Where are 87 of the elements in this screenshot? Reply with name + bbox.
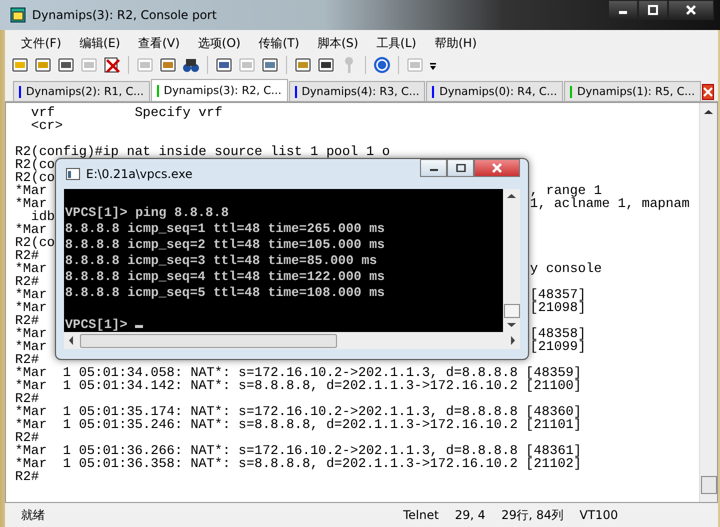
terminal-line: *Mar — [15, 340, 48, 353]
session-tab[interactable]: Dynamips(1): R5, C... — [564, 81, 701, 101]
console-line: 8.8.8.8 icmp_seq=4 ttl=48 time=122.000 ms — [65, 269, 385, 285]
terminal-line: *Mar — [15, 288, 48, 301]
status-text: Telnet — [402, 508, 440, 522]
maximize-icon — [456, 164, 466, 172]
scroll-down-icon[interactable] — [507, 322, 516, 328]
console-line: 8.8.8.8 icmp_seq=1 ttl=48 time=265.000 ms — [65, 221, 385, 237]
app-icon — [10, 7, 26, 23]
console-icon — [66, 168, 80, 180]
terminal-line: R2# — [15, 392, 39, 405]
menu-item[interactable]: 选项(O) — [198, 35, 241, 52]
terminal-line: <cr> — [30, 119, 63, 132]
close-icon — [686, 5, 696, 15]
scroll-thumb[interactable] — [80, 334, 337, 348]
console-line: 8.8.8.8 icmp_seq=5 ttl=48 time=108.000 ms — [65, 285, 385, 301]
terminal-line: *Mar — [15, 301, 48, 314]
terminal-line: idb — [30, 210, 55, 223]
close-icon — [702, 86, 713, 96]
close-button[interactable] — [668, 0, 714, 20]
menu-item[interactable]: 文件(F) — [21, 35, 62, 52]
terminal-line: R2(co — [15, 171, 55, 184]
scroll-right-icon[interactable] — [510, 336, 516, 345]
terminal-line: R2(co — [15, 236, 55, 249]
terminal-line: R2# — [15, 353, 39, 366]
close-icon — [491, 163, 503, 173]
close-tab-button[interactable] — [702, 84, 714, 100]
status-text: 29, 4 — [454, 508, 486, 522]
status-text: VT100 — [578, 508, 619, 522]
status-text: 29行, 84列 — [500, 506, 565, 524]
terminal-line: *Mar — [15, 223, 47, 236]
terminal-line: R2# — [15, 275, 39, 288]
terminal-line: vrf Specify vrf — [30, 106, 222, 119]
menu-item[interactable]: 查看(V) — [138, 35, 180, 52]
terminal-line: R2# — [15, 470, 39, 483]
scroll-thumb[interactable] — [504, 304, 520, 318]
terminal-line: *Mar — [15, 184, 47, 197]
session-tab[interactable]: Dynamips(0): R4, C... — [426, 81, 564, 101]
horizontal-scrollbar[interactable] — [64, 332, 520, 349]
terminal-line: [21098] — [530, 301, 586, 314]
terminal-line: *Mar 1 05:01:36.358: NAT*: s=8.8.8.8, d=202.1.1.3->172.16.10.2 [21102] — [15, 457, 582, 470]
menu-item[interactable]: 帮助(H) — [434, 35, 477, 52]
minimize-button[interactable] — [420, 159, 447, 177]
console-line: VPCS[1]> ping 8.8.8.8 — [65, 205, 229, 221]
console-line: VPCS[1]> — [65, 317, 128, 332]
terminal-line: *Mar 1 05:01:34.058: NAT*: s=172.16.10.2->202.1.1.3, d=8.8.8.8 [48359] — [15, 366, 582, 379]
menu-item[interactable]: 工具(L) — [376, 35, 416, 52]
menu-item[interactable]: 传输(T) — [258, 35, 300, 52]
terminal-line: *Mar 1 05:01:36.266: NAT*: s=172.16.10.2->202.1.1.3, d=8.8.8.8 [48361] — [15, 444, 582, 457]
terminal-line: R2# — [15, 249, 39, 262]
terminal-line: R2(config)#ip nat inside source list 1 pool 1 o — [15, 145, 390, 158]
terminal-line: [21099] — [530, 340, 586, 353]
status-text: 就绪 — [20, 506, 46, 524]
terminal-line: *Mar 1 05:01:35.174: NAT*: s=172.16.10.2->202.1.1.3, d=8.8.8.8 [48360] — [15, 405, 582, 418]
terminal-line: y console — [530, 262, 602, 275]
terminal-line: R2(co — [15, 158, 55, 171]
terminal-line: *Mar — [15, 327, 48, 340]
session-tab[interactable]: Dynamips(3): R2, C... — [150, 79, 288, 101]
window-title: E:\0.21a\vpcs.exe — [86, 167, 192, 181]
terminal-line: *Mar 1 05:01:35.246: NAT*: s=8.8.8.8, d=202.1.1.3->172.16.10.2 [21101] — [15, 418, 582, 431]
scroll-thumb[interactable] — [700, 476, 716, 494]
minimize-button[interactable] — [608, 0, 638, 20]
window-title: Dynamips(3): R2, Console port — [32, 8, 217, 22]
terminal-line: R2# — [15, 314, 39, 327]
scrollbar[interactable] — [699, 103, 717, 502]
terminal-line: *Mar — [15, 197, 47, 210]
terminal-line: , range 1 — [530, 184, 602, 197]
text-cursor — [135, 325, 144, 328]
session-tab[interactable]: Dynamips(4): R3, C... — [288, 81, 426, 101]
console-line: 8.8.8.8 icmp_seq=2 ttl=48 time=105.000 ms — [65, 237, 385, 253]
terminal-line: [48357] — [530, 288, 586, 301]
console-line: 8.8.8.8 icmp_seq=3 ttl=48 time=85.000 ms — [65, 253, 378, 269]
maximize-button[interactable] — [638, 0, 668, 20]
terminal-line: 1, aclname 1, mapnam — [530, 197, 690, 210]
scroll-up-icon[interactable] — [507, 193, 516, 199]
menu-item[interactable]: 编辑(E) — [79, 35, 120, 52]
scroll-up-icon[interactable] — [704, 109, 713, 115]
session-tab[interactable]: Dynamips(2): R1, C... — [13, 81, 150, 101]
scroll-left-icon[interactable] — [68, 336, 74, 345]
terminal-line: *Mar — [15, 262, 48, 275]
terminal-line: *Mar 1 05:01:34.142: NAT*: s=8.8.8.8, d=202.1.1.3->172.16.10.2 [21100] — [15, 379, 582, 392]
maximize-button[interactable] — [447, 159, 474, 177]
scrollbar[interactable] — [503, 189, 520, 332]
terminal-line: [48358] — [530, 327, 586, 340]
maximize-icon — [648, 5, 658, 15]
terminal-line: R2# — [15, 431, 39, 444]
menu-item[interactable]: 脚本(S) — [317, 35, 358, 52]
